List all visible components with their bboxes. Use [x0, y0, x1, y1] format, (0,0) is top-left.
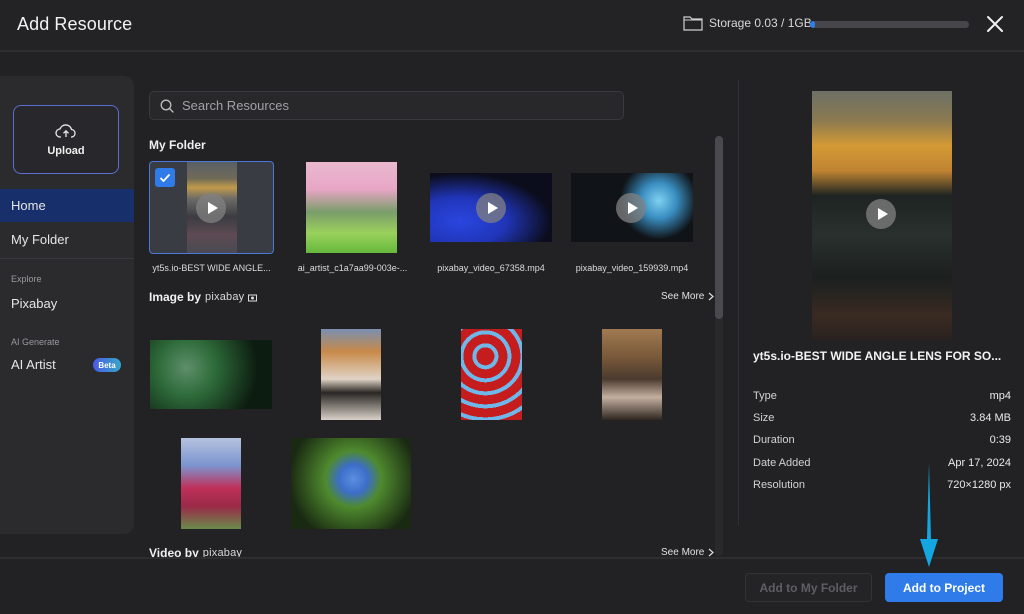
meta-value: mp4 — [989, 390, 1011, 402]
sidebar-item-label: My Folder — [11, 232, 69, 247]
see-more-label: See More — [661, 291, 705, 302]
image-thumbnail-forget-me-not[interactable] — [291, 438, 411, 529]
folder-item-name: yt5s.io-BEST WIDE ANGLE... — [152, 263, 271, 273]
sidebar-item-home[interactable]: Home — [0, 189, 134, 222]
meta-label: Duration — [753, 434, 795, 446]
dialog-title: Add Resource — [17, 14, 133, 34]
meta-row-duration: Duration 0:39 — [753, 434, 1011, 446]
upload-button[interactable]: Upload — [13, 105, 119, 174]
play-icon[interactable] — [616, 193, 646, 223]
sidebar-section-explore: Explore — [11, 274, 42, 284]
my-folder-heading: My Folder — [149, 138, 206, 152]
meta-value: 3.84 MB — [970, 412, 1011, 424]
chevron-right-icon — [708, 292, 715, 301]
meta-label: Resolution — [753, 479, 805, 491]
select-checkbox[interactable] — [155, 168, 175, 187]
meta-value: 0:39 — [989, 434, 1011, 446]
image-thumbnail-tulips[interactable] — [181, 438, 241, 529]
storage-indicator: Storage 0.03 / 1GB — [683, 15, 812, 31]
meta-value: Apr 17, 2024 — [948, 457, 1011, 469]
meta-label: Type — [753, 390, 777, 402]
search-input[interactable] — [182, 98, 602, 113]
upload-label: Upload — [47, 144, 85, 157]
storage-progress-bar — [810, 21, 969, 28]
meta-row-date-added: Date Added Apr 17, 2024 — [753, 457, 1011, 469]
folder-item-name: pixabay_video_67358.mp4 — [437, 263, 545, 273]
add-to-project-button[interactable]: Add to Project — [885, 573, 1003, 602]
scrollbar-thumb[interactable] — [715, 136, 723, 319]
folder-item-name: pixabay_video_159939.mp4 — [575, 263, 689, 273]
image-section-heading: Image by pixabay — [149, 290, 259, 304]
sidebar: Upload Home My Folder Explore Pixabay AI… — [0, 76, 134, 534]
checkmark-icon — [159, 173, 171, 182]
preview-play-icon[interactable] — [866, 199, 896, 229]
image-thumbnail-garden[interactable] — [306, 162, 397, 253]
meta-label: Date Added — [753, 457, 811, 469]
chevron-right-icon — [708, 548, 715, 557]
image-thumbnail-roses[interactable] — [461, 329, 522, 420]
my-folder-title: My Folder — [149, 138, 206, 152]
image-thumbnail-tiger[interactable] — [321, 329, 381, 420]
sidebar-item-label: Home — [11, 198, 46, 213]
play-icon[interactable] — [476, 193, 506, 223]
sidebar-item-pixabay[interactable]: Pixabay — [0, 287, 134, 320]
details-divider — [738, 80, 739, 526]
meta-label: Size — [753, 412, 775, 424]
folder-item-name: ai_artist_c1a7aa99-003e-... — [297, 263, 408, 273]
pixabay-logo: pixabay — [205, 291, 245, 303]
sidebar-item-my-folder[interactable]: My Folder — [0, 223, 134, 256]
sidebar-item-label: Pixabay — [11, 296, 58, 311]
beta-badge: Beta — [93, 358, 121, 372]
sidebar-divider — [0, 258, 134, 259]
play-icon[interactable] — [196, 193, 226, 223]
search-icon — [160, 99, 174, 113]
image-section-title: Image by — [149, 290, 202, 304]
camera-icon — [248, 294, 258, 301]
dialog-header: Add Resource Storage 0.03 / 1GB — [0, 0, 1024, 52]
storage-label: Storage 0.03 / 1GB — [709, 16, 812, 30]
add-to-my-folder-button[interactable]: Add to My Folder — [745, 573, 872, 602]
meta-row-resolution: Resolution 720×1280 px — [753, 479, 1011, 491]
sidebar-section-ai-generate: AI Generate — [11, 337, 60, 347]
image-thumbnail-woman[interactable] — [150, 340, 272, 409]
cloud-upload-icon — [55, 123, 76, 138]
meta-row-type: Type mp4 — [753, 390, 1011, 402]
meta-row-size: Size 3.84 MB — [753, 412, 1011, 424]
close-icon — [987, 16, 1003, 32]
preview-file-name: yt5s.io-BEST WIDE ANGLE LENS FOR SO... — [753, 349, 1002, 363]
sidebar-item-label: AI Artist — [11, 357, 56, 372]
annotation-arrow-icon — [920, 463, 938, 567]
storage-progress-fill — [810, 21, 815, 28]
meta-value: 720×1280 px — [947, 479, 1011, 491]
search-bar — [149, 91, 624, 120]
close-button[interactable] — [984, 13, 1006, 35]
image-see-more-link[interactable]: See More — [661, 291, 715, 302]
image-thumbnail-owl[interactable] — [602, 329, 662, 420]
folder-icon — [683, 16, 703, 31]
